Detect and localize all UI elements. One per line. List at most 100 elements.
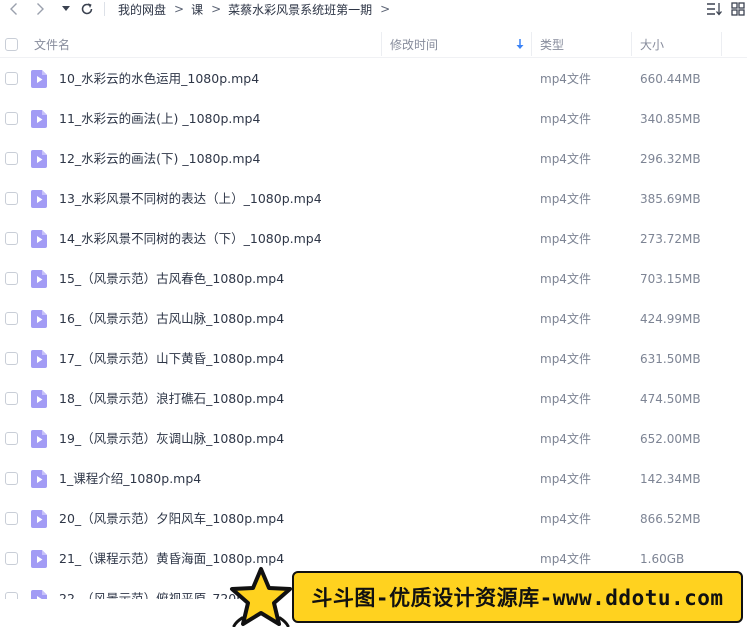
select-all-checkbox[interactable] (5, 37, 18, 51)
row-checkbox[interactable] (5, 152, 18, 165)
video-file-icon (31, 590, 47, 599)
video-file-icon (31, 430, 47, 448)
file-size: 385.69MB (640, 192, 701, 206)
video-file-icon (31, 510, 47, 528)
file-name[interactable]: 14_水彩风景不同树的表达（下）_1080p.mp4 (59, 219, 322, 259)
breadcrumb-separator: > (174, 2, 185, 16)
row-checkbox[interactable] (5, 72, 18, 85)
video-file-icon (31, 190, 47, 208)
file-name[interactable]: 20_（风景示范）夕阳风车_1080p.mp4 (59, 499, 284, 539)
breadcrumb-separator: > (211, 2, 222, 16)
file-name[interactable]: 15_（风景示范）古风春色_1080p.mp4 (59, 259, 284, 299)
watermark-text: 斗斗图-优质设计资源库-www.ddotu.com (311, 586, 724, 610)
toolbar-divider (104, 2, 105, 16)
row-checkbox[interactable] (5, 552, 18, 565)
toolbar: 我的网盘 > 课 > 菜蔡水彩风景系统班第一期 > (0, 0, 747, 20)
file-size: 660.44MB (640, 72, 701, 86)
file-name[interactable]: 13_水彩风景不同树的表达（上）_1080p.mp4 (59, 179, 322, 219)
breadcrumb-item-current[interactable]: 菜蔡水彩风景系统班第一期 (228, 1, 372, 18)
refresh-icon[interactable] (78, 0, 96, 18)
column-header-size[interactable]: 大小 (640, 30, 664, 58)
file-type: mp4文件 (540, 472, 591, 486)
row-checkbox[interactable] (5, 512, 18, 525)
file-size: 652.00MB (640, 432, 701, 446)
breadcrumb-item-course[interactable]: 课 (191, 1, 203, 18)
video-file-icon (31, 110, 47, 128)
file-type: mp4文件 (540, 312, 591, 326)
file-name[interactable]: 17_（风景示范）山下黄昏_1080p.mp4 (59, 339, 284, 379)
table-row[interactable]: 16_（风景示范）古风山脉_1080p.mp4 mp4文件 424.99MB (0, 299, 747, 339)
video-file-icon (31, 470, 47, 488)
table-row[interactable]: 1_课程介绍_1080p.mp4 mp4文件 142.34MB (0, 459, 747, 499)
file-size: 273.72MB (640, 232, 701, 246)
column-divider[interactable] (531, 32, 532, 56)
forward-icon[interactable] (32, 0, 48, 18)
breadcrumb-item-root[interactable]: 我的网盘 (118, 1, 166, 18)
file-type: mp4文件 (540, 512, 591, 526)
file-type: mp4文件 (540, 232, 591, 246)
column-header-type[interactable]: 类型 (540, 30, 564, 58)
star-logo-icon (230, 567, 292, 627)
file-name[interactable]: 10_水彩云的水色运用_1080p.mp4 (59, 59, 259, 99)
column-header-name[interactable]: 文件名 (34, 30, 70, 58)
row-checkbox[interactable] (5, 192, 18, 205)
file-type: mp4文件 (540, 272, 591, 286)
file-type: mp4文件 (540, 352, 591, 366)
video-file-icon (31, 550, 47, 568)
video-file-icon (31, 150, 47, 168)
row-checkbox[interactable] (5, 312, 18, 325)
column-divider[interactable] (631, 32, 632, 56)
file-size: 631.50MB (640, 352, 701, 366)
select-all-cell (5, 30, 19, 58)
table-row[interactable]: 19_（风景示范）灰调山脉_1080p.mp4 mp4文件 652.00MB (0, 419, 747, 459)
table-row[interactable]: 12_水彩云的画法(下) _1080p.mp4 mp4文件 296.32MB (0, 139, 747, 179)
file-size: 866.52MB (640, 512, 701, 526)
file-size: 424.99MB (640, 312, 701, 326)
table-row[interactable]: 15_（风景示范）古风春色_1080p.mp4 mp4文件 703.15MB (0, 259, 747, 299)
row-checkbox[interactable] (5, 432, 18, 445)
file-name[interactable]: 11_水彩云的画法(上) _1080p.mp4 (59, 99, 260, 139)
column-divider[interactable] (381, 32, 382, 56)
column-header-modified[interactable]: 修改时间 (390, 30, 438, 58)
table-row[interactable]: 18_（风景示范）浪打礁石_1080p.mp4 mp4文件 474.50MB (0, 379, 747, 419)
file-type: mp4文件 (540, 192, 591, 206)
row-checkbox[interactable] (5, 592, 18, 599)
sort-list-icon[interactable] (705, 0, 723, 18)
caret-down-icon[interactable] (60, 0, 72, 18)
file-name[interactable]: 16_（风景示范）古风山脉_1080p.mp4 (59, 299, 284, 339)
file-name[interactable]: 12_水彩云的画法(下) _1080p.mp4 (59, 139, 260, 179)
file-name[interactable]: 1_课程介绍_1080p.mp4 (59, 459, 201, 499)
video-file-icon (31, 350, 47, 368)
video-file-icon (31, 230, 47, 248)
file-type: mp4文件 (540, 152, 591, 166)
file-list-header: 文件名 修改时间 类型 大小 (0, 30, 747, 58)
row-checkbox[interactable] (5, 472, 18, 485)
table-row[interactable]: 20_（风景示范）夕阳风车_1080p.mp4 mp4文件 866.52MB (0, 499, 747, 539)
column-divider[interactable] (721, 32, 722, 56)
row-checkbox[interactable] (5, 392, 18, 405)
sort-descending-icon[interactable] (514, 37, 526, 51)
file-size: 340.85MB (640, 112, 701, 126)
file-type: mp4文件 (540, 72, 591, 86)
file-size: 142.34MB (640, 472, 701, 486)
grid-view-icon[interactable] (729, 0, 747, 18)
back-icon[interactable] (6, 0, 22, 18)
row-checkbox[interactable] (5, 112, 18, 125)
table-row[interactable]: 13_水彩风景不同树的表达（上）_1080p.mp4 mp4文件 385.69M… (0, 179, 747, 219)
row-checkbox[interactable] (5, 232, 18, 245)
row-checkbox[interactable] (5, 272, 18, 285)
table-row[interactable]: 17_（风景示范）山下黄昏_1080p.mp4 mp4文件 631.50MB (0, 339, 747, 379)
file-size: 703.15MB (640, 272, 701, 286)
file-name[interactable]: 19_（风景示范）灰调山脉_1080p.mp4 (59, 419, 284, 459)
row-checkbox[interactable] (5, 352, 18, 365)
file-list: 10_水彩云的水色运用_1080p.mp4 mp4文件 660.44MB 11_… (0, 59, 747, 599)
breadcrumb-separator: > (380, 2, 391, 16)
video-file-icon (31, 270, 47, 288)
table-row[interactable]: 11_水彩云的画法(上) _1080p.mp4 mp4文件 340.85MB (0, 99, 747, 139)
table-row[interactable]: 14_水彩风景不同树的表达（下）_1080p.mp4 mp4文件 273.72M… (0, 219, 747, 259)
file-type: mp4文件 (540, 112, 591, 126)
table-row[interactable]: 10_水彩云的水色运用_1080p.mp4 mp4文件 660.44MB (0, 59, 747, 99)
file-name[interactable]: 18_（风景示范）浪打礁石_1080p.mp4 (59, 379, 284, 419)
file-size: 296.32MB (640, 152, 701, 166)
file-size: 474.50MB (640, 392, 701, 406)
